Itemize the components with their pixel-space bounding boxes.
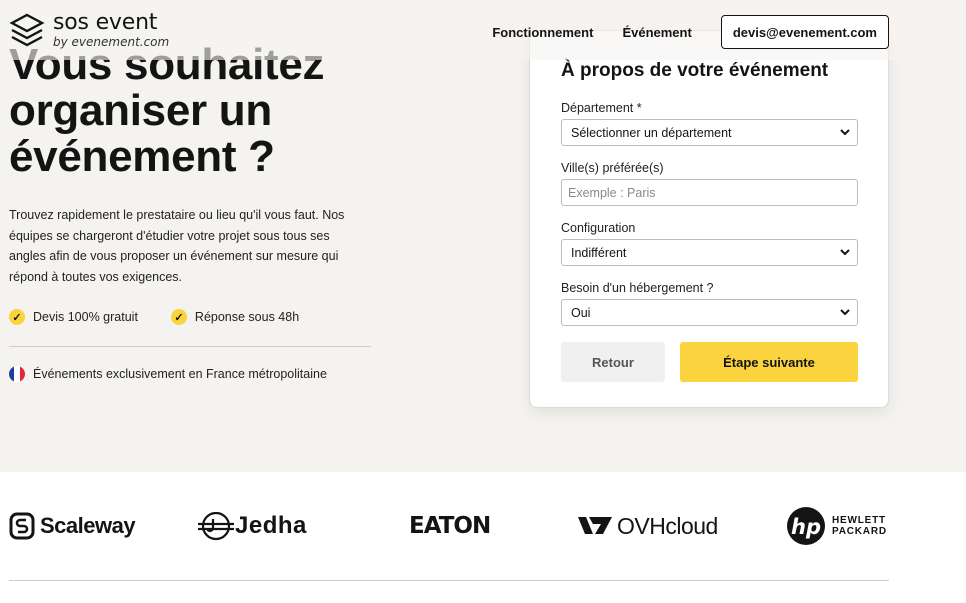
brand-logo-ovhcloud: OVHcloud xyxy=(577,508,718,544)
brand-logo[interactable]: sos event by evenement.com xyxy=(9,12,169,48)
contact-email-button[interactable]: devis@evenement.com xyxy=(720,15,889,49)
chevron-down-icon xyxy=(840,249,850,256)
department-select-value: Sélectionner un département xyxy=(571,125,732,140)
department-label: Département * xyxy=(561,101,642,115)
jedha-icon xyxy=(198,511,234,541)
brand-logo-jedha: Jedha xyxy=(197,508,307,544)
scaleway-icon xyxy=(9,512,35,540)
chevron-down-icon xyxy=(840,309,850,316)
check-icon: ✓ xyxy=(170,309,187,325)
brand-label-2: PACKARD xyxy=(832,526,887,537)
site-header: sos event by evenement.com Fonctionnemen… xyxy=(0,0,966,60)
brand-name: sos event xyxy=(53,10,158,35)
svg-text:hp: hp xyxy=(791,515,821,539)
brand-logo-scaleway: Scaleway xyxy=(9,508,136,544)
event-form-card: À propos de votre événement Département … xyxy=(529,30,889,408)
nav-fonctionnement[interactable]: Fonctionnement xyxy=(492,25,593,40)
hero-section: Vous souhaitez organiser un événement ? … xyxy=(0,0,966,472)
benefits-list: ✓ Devis 100% gratuit ✓ Réponse sous 48h xyxy=(9,309,332,325)
configuration-select-value: Indifférent xyxy=(571,245,627,260)
back-button[interactable]: Retour xyxy=(561,342,665,382)
benefit-label: Devis 100% gratuit xyxy=(33,310,138,324)
lodging-select[interactable]: Oui xyxy=(561,299,858,326)
page-title: Vous souhaitez organiser un événement ? xyxy=(9,40,325,181)
nav-evenement[interactable]: Événement xyxy=(622,25,691,40)
department-select[interactable]: Sélectionner un département xyxy=(561,119,858,146)
benefit-response-time: ✓ Réponse sous 48h xyxy=(170,309,300,325)
brand-label: OVHcloud xyxy=(617,512,718,539)
brand-subtitle: by evenement.com xyxy=(53,35,170,49)
chevron-down-icon xyxy=(840,129,850,136)
lodging-label: Besoin d'un hébergement ? xyxy=(561,281,714,295)
benefit-free-quote: ✓ Devis 100% gratuit xyxy=(9,309,138,325)
france-note-text: Événements exclusivement en France métro… xyxy=(33,367,327,381)
city-input[interactable] xyxy=(561,179,858,206)
france-note: Événements exclusivement en France métro… xyxy=(9,366,327,382)
brand-label: EATON xyxy=(409,513,491,539)
brand-logo-hp: hp HEWLETT PACKARD xyxy=(786,507,887,545)
brand-label: HEWLETT xyxy=(832,515,886,526)
hp-icon: hp xyxy=(787,507,825,545)
next-step-button[interactable]: Étape suivante xyxy=(680,342,858,382)
brand-label: Jedha xyxy=(235,512,307,539)
city-label: Ville(s) préférée(s) xyxy=(561,161,664,175)
france-flag-icon xyxy=(9,366,25,382)
form-title: À propos de votre événement xyxy=(561,60,829,81)
hero-description: Trouvez rapidement le prestataire ou lie… xyxy=(9,208,345,285)
main-nav: Fonctionnement Événement devis@evenement… xyxy=(492,15,889,49)
ovhcloud-icon xyxy=(578,517,612,534)
check-icon: ✓ xyxy=(9,309,25,325)
lodging-select-value: Oui xyxy=(571,305,591,320)
divider xyxy=(9,580,889,581)
benefit-label: Réponse sous 48h xyxy=(194,310,300,324)
divider xyxy=(9,346,371,347)
brand-label: Scaleway xyxy=(40,513,136,538)
brand-logo-eaton: EATON xyxy=(409,508,491,544)
configuration-label: Configuration xyxy=(561,221,636,235)
configuration-select[interactable]: Indifférent xyxy=(561,239,858,266)
sos-event-logo-icon xyxy=(9,13,45,47)
